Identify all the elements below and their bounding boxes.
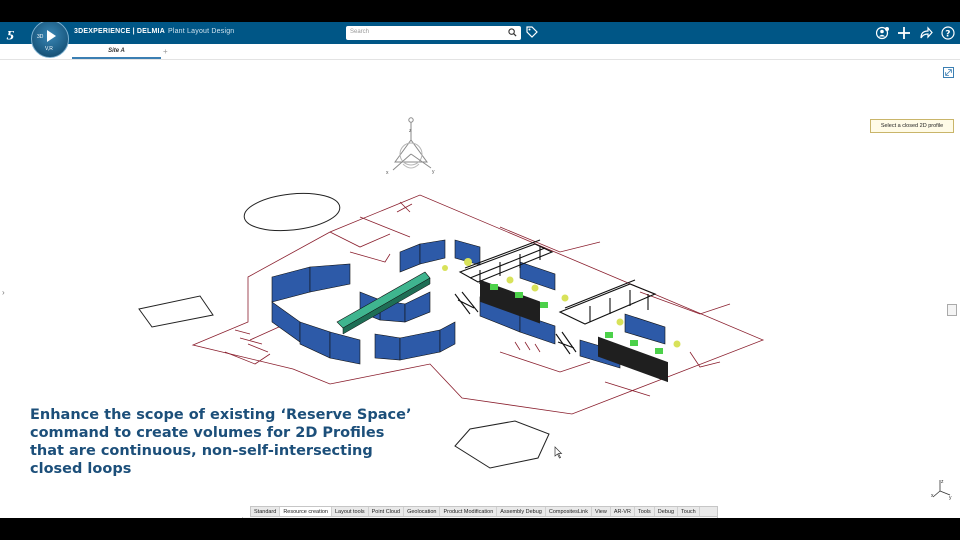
tab-view[interactable]: View — [592, 507, 611, 516]
tab-standard[interactable]: Standard — [251, 507, 281, 516]
app-title: 3DEXPERIENCE | DELMIA Plant Layout Design — [74, 28, 234, 35]
svg-text:ƽ: ƽ — [6, 27, 15, 40]
share-icon[interactable] — [919, 26, 933, 40]
axis-triad-icon: z x y — [931, 479, 952, 501]
tag-icon[interactable] — [526, 26, 538, 39]
compass-3d-label: 3D — [37, 34, 44, 40]
compass-y-label: y — [432, 169, 435, 175]
add-icon[interactable] — [897, 26, 911, 40]
floor-layout — [191, 194, 765, 415]
add-tab-icon[interactable]: + — [163, 47, 168, 56]
user-profile-icon[interactable] — [875, 26, 890, 40]
caption-line-1: Enhance the scope of existing ‘Reserve S… — [30, 407, 412, 423]
top-bar: ƽ 3DEXPERIENCE | DELMIA Plant Layout Desi… — [0, 22, 960, 44]
caption-line-2: command to create volumes for 2D Profile… — [30, 425, 385, 441]
tab-touch[interactable]: Touch — [678, 507, 700, 516]
compass-x-label: x — [386, 170, 389, 176]
ellipse-profile[interactable] — [242, 189, 341, 235]
mouse-cursor-icon — [554, 446, 563, 459]
action-bar-tabs: Standard Resource creation Layout tools … — [250, 506, 718, 517]
tab-layout-tools[interactable]: Layout tools — [332, 507, 369, 516]
compass-vr-label: V,R — [45, 46, 53, 52]
search-placeholder: Search — [350, 29, 370, 35]
help-icon[interactable]: ? — [941, 26, 955, 40]
brand-name: 3DEXPERIENCE | DELMIA — [74, 28, 165, 35]
tab-compositeslink[interactable]: CompositesLink — [546, 507, 592, 516]
play-icon — [47, 30, 56, 42]
tab-debug[interactable]: Debug — [655, 507, 679, 516]
tab-bar: Site A + — [0, 44, 960, 78]
axis-x-label: x — [931, 493, 934, 499]
tab-product-modification[interactable]: Product Modification — [440, 507, 498, 516]
application-frame: ƽ 3DEXPERIENCE | DELMIA Plant Layout Desi… — [0, 22, 960, 518]
caption-text: Enhance the scope of existing ‘Reserve S… — [30, 406, 430, 478]
right-panel-handle[interactable] — [947, 304, 957, 316]
quad-profile[interactable] — [138, 295, 214, 328]
tab-resource-creation[interactable]: Resource creation — [280, 507, 332, 516]
ds-logo[interactable]: ƽ — [6, 24, 26, 42]
tab-ar-vr[interactable]: AR-VR — [611, 507, 635, 516]
machine-cells — [442, 258, 681, 383]
orientation-compass-icon[interactable] — [392, 117, 432, 171]
left-panel-toggle-icon[interactable]: › — [2, 288, 5, 297]
axis-z-label: z — [941, 479, 944, 485]
tab-site-a[interactable]: Site A — [72, 44, 161, 59]
caption-line-4: closed loops — [30, 461, 132, 477]
compass-z-label: z — [409, 128, 412, 134]
caption-line-3: that are continuous, non-self-intersecti… — [30, 443, 373, 459]
app-subtitle: Plant Layout Design — [167, 28, 235, 35]
status-tooltip: Select a closed 2D profile — [870, 119, 954, 133]
hexagon-profile[interactable] — [454, 420, 550, 469]
action-bar-icons: ▾ ▾ ▾ ▾ ▾ ▾ ▾ ▸ — [242, 517, 718, 518]
tab-assembly-debug[interactable]: Assembly Debug — [497, 507, 546, 516]
axis-y-label: y — [949, 495, 952, 501]
tab-point-cloud[interactable]: Point Cloud — [369, 507, 405, 516]
svg-text:?: ? — [945, 30, 950, 40]
tab-geolocation[interactable]: Geolocation — [404, 507, 441, 516]
tab-tools[interactable]: Tools — [635, 507, 655, 516]
search-icon[interactable] — [508, 28, 517, 37]
search-input[interactable]: Search — [346, 26, 521, 40]
